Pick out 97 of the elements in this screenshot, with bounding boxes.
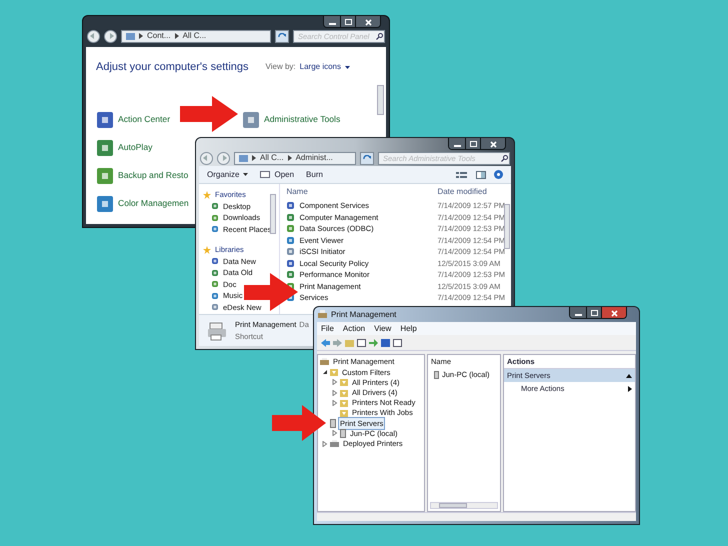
maximize-icon bbox=[470, 141, 476, 147]
preview-pane-icon[interactable] bbox=[476, 170, 486, 178]
console-icon[interactable] bbox=[393, 338, 402, 346]
maximize-button[interactable] bbox=[586, 307, 602, 318]
minimize-button[interactable] bbox=[449, 138, 465, 149]
address-bar[interactable]: Cont... All C... bbox=[121, 30, 271, 42]
close-button[interactable] bbox=[481, 138, 505, 149]
scrollbar[interactable] bbox=[430, 502, 498, 509]
maximize-button[interactable] bbox=[340, 16, 356, 27]
applet-icon bbox=[96, 110, 114, 128]
chevron-icon bbox=[288, 155, 292, 161]
toolbar-button[interactable]: Organize bbox=[207, 168, 248, 180]
collapse-icon bbox=[626, 374, 632, 378]
minimize-button[interactable] bbox=[324, 16, 340, 27]
filter-folder-icon bbox=[340, 388, 348, 397]
address-bar[interactable]: All C... Administ... bbox=[234, 152, 356, 164]
close-icon bbox=[490, 140, 496, 148]
column-header[interactable]: Date modified bbox=[437, 186, 487, 198]
maximize-icon bbox=[344, 19, 352, 25]
breadcrumb[interactable]: Cont... bbox=[147, 30, 171, 42]
printer-icon bbox=[318, 310, 327, 319]
close-button[interactable] bbox=[356, 16, 380, 27]
chevron-icon bbox=[252, 155, 256, 161]
submenu-arrow-icon bbox=[628, 386, 632, 392]
filter-folder-icon bbox=[330, 368, 338, 376]
minimize-button[interactable] bbox=[570, 307, 586, 318]
close-button[interactable] bbox=[602, 307, 626, 318]
refresh-button[interactable] bbox=[275, 30, 289, 42]
applet-icon bbox=[242, 110, 260, 128]
close-icon bbox=[610, 310, 618, 316]
collapsed-icon[interactable] bbox=[332, 379, 338, 386]
toolbar-button[interactable]: Burn bbox=[306, 168, 323, 180]
refresh-icon bbox=[363, 154, 371, 162]
menu-item[interactable]: File bbox=[321, 322, 334, 334]
filter-folder-icon bbox=[340, 398, 348, 407]
collapsed-icon[interactable] bbox=[322, 440, 328, 447]
page-heading: Adjust your computer's settings bbox=[96, 60, 249, 75]
console-icon[interactable] bbox=[357, 338, 366, 346]
star-icon bbox=[203, 246, 211, 254]
back-arrow-icon bbox=[203, 155, 210, 161]
caret-icon bbox=[243, 173, 248, 176]
scrollbar[interactable] bbox=[270, 194, 276, 234]
scrollbar[interactable] bbox=[504, 204, 510, 249]
forward-arrow-icon bbox=[220, 155, 227, 161]
help-icon[interactable] bbox=[494, 170, 503, 179]
filter-folder-icon bbox=[340, 409, 348, 418]
menu-item[interactable]: Help bbox=[400, 322, 417, 334]
breadcrumb[interactable]: All C... bbox=[182, 30, 206, 42]
search-icon bbox=[376, 32, 383, 40]
server-icon bbox=[434, 370, 439, 378]
help-icon[interactable] bbox=[381, 338, 390, 346]
applet-icon bbox=[96, 194, 114, 212]
breadcrumb[interactable]: All C... bbox=[260, 152, 284, 164]
applet-icon bbox=[96, 166, 114, 184]
refresh-icon bbox=[278, 32, 286, 40]
expanded-icon[interactable] bbox=[322, 369, 328, 376]
control-panel-link[interactable]: Backup and Resto bbox=[96, 162, 188, 190]
control-panel-link[interactable]: Administrative Tools bbox=[242, 106, 340, 134]
window-title: Print Management bbox=[331, 308, 398, 320]
refresh-button[interactable] bbox=[360, 152, 374, 164]
export-icon[interactable] bbox=[369, 338, 378, 346]
filter-folder-icon bbox=[340, 378, 348, 386]
pointing-arrow bbox=[180, 96, 238, 132]
maximize-button[interactable] bbox=[465, 138, 481, 149]
column-header[interactable]: Name bbox=[286, 186, 438, 198]
close-icon bbox=[364, 18, 372, 26]
view-by-label: View by: bbox=[266, 61, 296, 74]
applet-icon bbox=[96, 138, 114, 156]
collapsed-icon[interactable] bbox=[332, 430, 338, 436]
view-icon[interactable] bbox=[456, 170, 468, 178]
search-icon bbox=[501, 154, 508, 162]
forward-arrow-icon bbox=[107, 33, 114, 39]
maximize-icon bbox=[590, 310, 598, 316]
control-panel-link[interactable]: Color Managemen bbox=[96, 190, 189, 218]
breadcrumb[interactable]: Administ... bbox=[296, 152, 333, 164]
collapsed-icon[interactable] bbox=[332, 400, 338, 406]
toolbar-button[interactable]: Open bbox=[260, 168, 294, 180]
scrollbar[interactable] bbox=[377, 85, 384, 115]
chevron-icon bbox=[174, 33, 179, 39]
back-arrow-icon bbox=[90, 33, 97, 39]
collapsed-icon[interactable] bbox=[332, 390, 338, 396]
forward-button[interactable] bbox=[104, 30, 117, 42]
back-arrow-icon[interactable] bbox=[321, 338, 330, 346]
control-panel-link[interactable]: AutoPlay bbox=[96, 134, 152, 162]
window-icon bbox=[260, 171, 270, 178]
control-panel-link[interactable]: Action Center bbox=[96, 106, 170, 134]
pointing-arrow bbox=[272, 405, 326, 441]
menu-item[interactable]: View bbox=[374, 322, 392, 334]
printer-icon bbox=[207, 320, 227, 340]
view-by-dropdown[interactable]: Large icons bbox=[300, 61, 350, 74]
caret-icon bbox=[345, 66, 350, 69]
back-button[interactable] bbox=[87, 30, 100, 42]
menu-item[interactable]: Action bbox=[342, 322, 366, 334]
printer-icon bbox=[320, 358, 329, 366]
printer-icon bbox=[330, 440, 339, 448]
chevron-icon bbox=[139, 33, 143, 39]
star-icon bbox=[203, 190, 211, 199]
